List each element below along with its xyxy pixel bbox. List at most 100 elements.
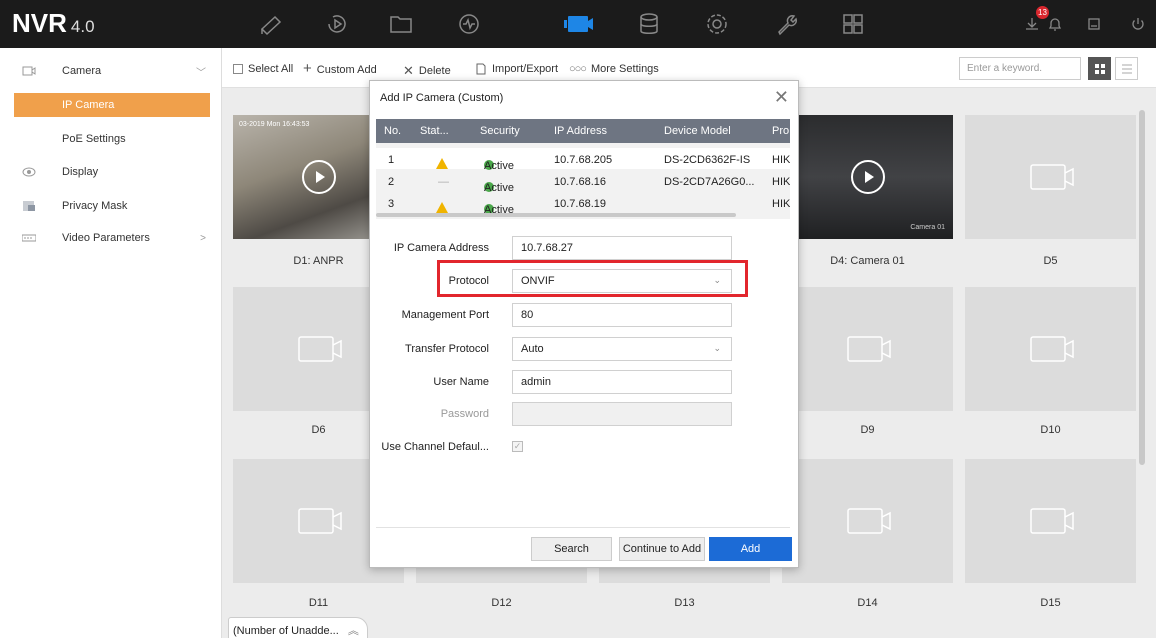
chevron-up-icon: ︽ — [347, 625, 359, 637]
camera-placeholder-icon — [846, 336, 891, 362]
ip-address-field[interactable]: 10.7.68.27 — [512, 236, 732, 260]
protocol-highlight-box — [437, 260, 748, 297]
row-number: 1 — [388, 154, 395, 166]
ip-address: 10.7.68.16 — [554, 176, 606, 188]
management-port-row: Management Port 80 — [370, 303, 800, 327]
chevron-down-icon: ⌄ — [713, 343, 721, 353]
list-view-button[interactable] — [1115, 57, 1138, 80]
add-ip-camera-dialog: Add IP Camera (Custom) ✕ No. Stat... Sec… — [369, 80, 799, 568]
live-view-icon[interactable] — [254, 8, 288, 40]
unadded-devices-tab[interactable]: (Number of Unadde... ︽ — [228, 617, 368, 638]
camera-placeholder-icon — [1029, 508, 1074, 534]
management-port-field[interactable]: 80 — [512, 303, 732, 327]
camera-tile-d15[interactable] — [965, 459, 1136, 583]
row-number: 3 — [388, 198, 395, 210]
tile-label: D14 — [857, 597, 878, 609]
transfer-protocol-row: Transfer Protocol Auto ⌄ — [370, 337, 800, 361]
column-header[interactable]: Security — [480, 125, 520, 137]
camera-tile-d14[interactable] — [782, 459, 953, 583]
sidebar-item-ip-camera[interactable]: IP Camera — [14, 93, 210, 117]
column-header[interactable]: IP Address — [554, 125, 607, 137]
camera-icon[interactable] — [562, 8, 596, 40]
search-input[interactable]: Enter a keyword. — [959, 57, 1081, 80]
chevron-right-icon: > — [200, 232, 206, 244]
column-header[interactable]: Device Model — [664, 125, 731, 137]
user-name-field[interactable]: admin — [512, 370, 732, 394]
eye-icon — [22, 167, 36, 177]
tile-timestamp: 03-2019 Mon 16:43:53 — [239, 121, 310, 128]
transfer-protocol-select[interactable]: Auto ⌄ — [512, 337, 732, 361]
table-row[interactable]: 1 Active 10.7.68.205 DS-2CD6362F-IS HIK — [376, 148, 790, 172]
smart-analysis-icon[interactable] — [452, 8, 486, 40]
playback-icon[interactable] — [320, 8, 354, 40]
protocol: HIK — [772, 154, 790, 166]
tile-label: D10 — [1040, 424, 1061, 436]
sidebar-item-poe-settings[interactable]: PoE Settings — [14, 127, 210, 151]
list-view-icon — [1121, 64, 1132, 73]
chevron-down-icon: ﹀ — [196, 67, 206, 79]
import-export-button[interactable]: Import/Export — [475, 63, 558, 75]
sidebar-label: Privacy Mask — [62, 200, 128, 212]
device-table: No. Stat... Security IP Address Device M… — [376, 119, 790, 219]
camera-menu-icon — [22, 66, 36, 76]
sidebar-item-camera[interactable]: Camera ﹀ — [0, 58, 222, 84]
storage-icon[interactable] — [632, 8, 666, 40]
delete-button[interactable]: ✕ Delete — [403, 63, 451, 79]
table-row[interactable]: 2 — Active 10.7.68.16 DS-2CD7A26G0... HI… — [376, 170, 790, 194]
camera-tile-d4[interactable]: Camera 01 — [782, 115, 953, 239]
grid-view-icon — [1094, 63, 1105, 74]
sidebar-label: Video Parameters — [62, 232, 150, 244]
protocol: HIK — [772, 176, 790, 188]
import-export-icon — [476, 63, 486, 75]
file-management-icon[interactable] — [384, 8, 418, 40]
close-icon[interactable]: ✕ — [774, 87, 789, 108]
channel-default-checkbox[interactable]: ✓ — [512, 441, 523, 452]
camera-tile-d5[interactable] — [965, 115, 1136, 239]
column-header[interactable]: No. — [384, 125, 401, 137]
lock-icon[interactable] — [1083, 14, 1105, 34]
add-button[interactable]: Add — [709, 537, 792, 561]
management-port-label: Management Port — [401, 309, 489, 321]
import-export-label: Import/Export — [492, 63, 559, 75]
select-all-checkbox[interactable]: Select All — [233, 63, 293, 75]
tile-label: D4: Camera 01 — [830, 255, 905, 267]
password-field[interactable] — [512, 402, 732, 426]
power-icon[interactable] — [1127, 14, 1149, 34]
play-icon[interactable] — [850, 160, 885, 194]
unadded-devices-label: (Number of Unadde... — [233, 625, 339, 637]
column-header[interactable]: Pro — [772, 125, 789, 137]
sidebar-item-display[interactable]: Display — [0, 159, 222, 185]
search-button[interactable]: Search — [531, 537, 612, 561]
tile-label: D13 — [674, 597, 695, 609]
status: — — [438, 176, 449, 188]
play-icon[interactable] — [301, 160, 336, 194]
delete-label: Delete — [418, 65, 451, 77]
layout-icon[interactable] — [836, 8, 870, 40]
sidebar-item-privacy-mask[interactable]: Privacy Mask — [0, 193, 222, 219]
close-icon: ✕ — [403, 63, 414, 78]
checkbox-icon — [233, 64, 243, 74]
column-header[interactable]: Stat... — [420, 125, 449, 137]
maintenance-icon[interactable] — [770, 8, 804, 40]
more-icon: ○○○ — [569, 63, 587, 75]
transfer-protocol-label: Transfer Protocol — [405, 343, 489, 355]
content-scrollbar[interactable] — [1139, 110, 1145, 465]
camera-placeholder-icon — [1029, 164, 1074, 190]
table-row[interactable]: 3 Active 10.7.68.19 HIK — [376, 192, 790, 216]
more-settings-button[interactable]: ○○○ More Settings — [569, 63, 659, 75]
more-settings-label: More Settings — [590, 63, 659, 75]
grid-view-button[interactable] — [1088, 57, 1111, 80]
camera-tile-d9[interactable] — [782, 287, 953, 411]
custom-add-button[interactable]: + Custom Add — [303, 60, 377, 77]
system-settings-icon[interactable] — [700, 8, 734, 40]
table-horizontal-scrollbar[interactable] — [376, 213, 736, 217]
tile-label: D11 — [308, 597, 329, 609]
device-model: DS-2CD6362F-IS — [664, 154, 751, 166]
sidebar-item-video-parameters[interactable]: Video Parameters > — [0, 225, 222, 251]
continue-to-add-button[interactable]: Continue to Add — [619, 537, 705, 561]
tile-label: D12 — [491, 597, 512, 609]
user-name-row: User Name admin — [370, 370, 800, 394]
alarm-icon[interactable] — [1044, 14, 1066, 34]
notification-badge: 13 — [1036, 6, 1049, 19]
camera-tile-d10[interactable] — [965, 287, 1136, 411]
